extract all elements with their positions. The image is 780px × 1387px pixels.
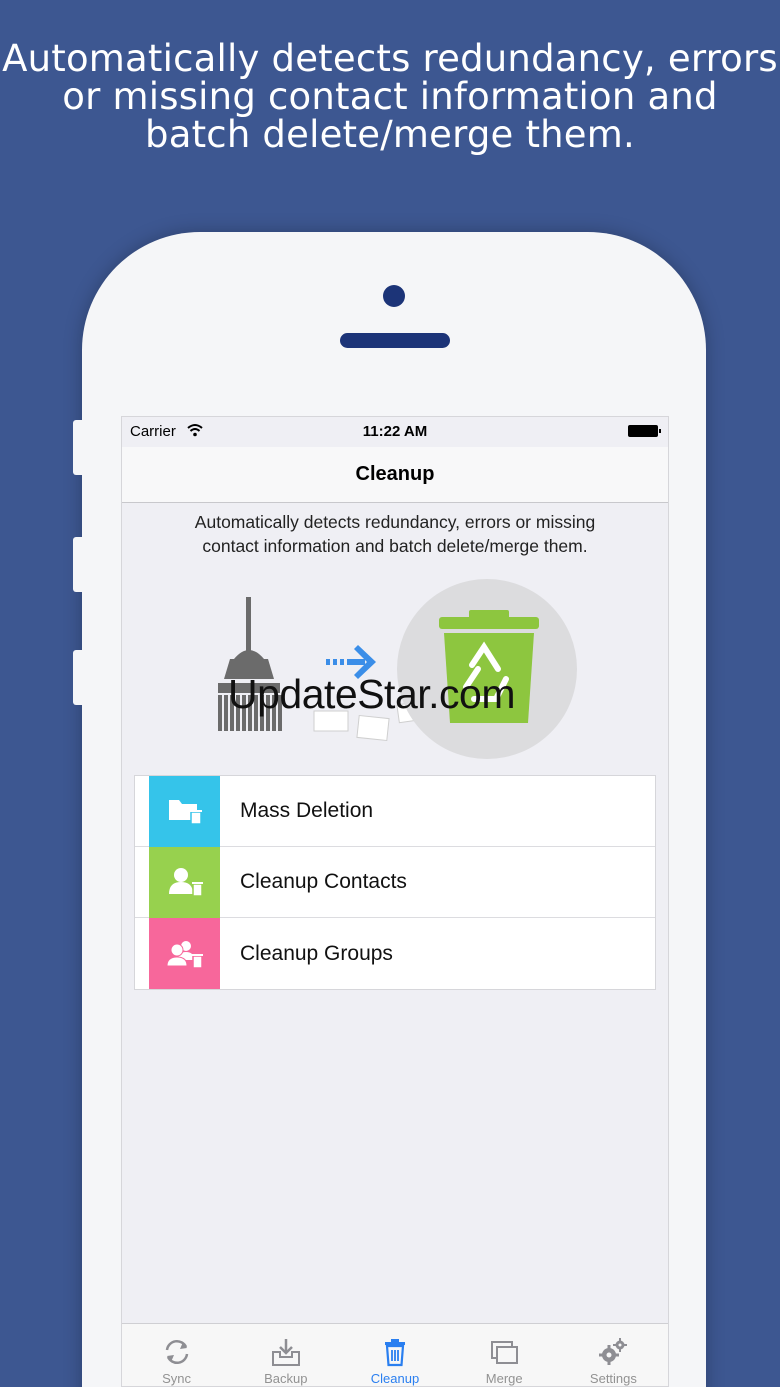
menu-label-cleanup-groups: Cleanup Groups <box>240 941 393 965</box>
headline-line-3: batch delete/merge them. <box>145 113 635 156</box>
tab-label-settings: Settings <box>589 1371 637 1386</box>
phone-volume-up <box>73 537 83 592</box>
tab-bar: Sync Backup Cleanup Merge Settings <box>122 1323 668 1386</box>
phone-volume-down <box>73 650 83 705</box>
phone-speaker <box>340 333 450 348</box>
menu-label-mass-deletion: Mass Deletion <box>240 799 374 822</box>
description-line-2: contact information and batch delete/mer… <box>202 536 588 556</box>
menu-item-cleanup-contacts[interactable]: Cleanup Contacts <box>135 846 655 918</box>
group-delete-icon <box>149 918 220 989</box>
tab-label-sync: Sync <box>162 1371 192 1386</box>
backup-icon <box>271 1339 300 1366</box>
tab-label-backup: Backup <box>264 1371 308 1386</box>
tab-settings[interactable]: Settings <box>559 1324 668 1386</box>
sync-icon <box>165 1340 188 1364</box>
cleanup-description: Automatically detects redundancy, errors… <box>122 510 668 558</box>
status-time: 11:22 AM <box>362 423 428 440</box>
menu-label-cleanup-contacts: Cleanup Contacts <box>240 870 407 893</box>
nav-bar: Cleanup <box>122 447 668 503</box>
watermark-text: UpdateStar.com <box>228 671 516 717</box>
battery-icon <box>628 425 661 437</box>
contact-delete-icon <box>149 846 220 918</box>
page-title: Cleanup <box>355 463 435 485</box>
headline-line-2: or missing contact information and <box>62 75 718 118</box>
description-line-1: Automatically detects redundancy, errors… <box>194 512 596 532</box>
headline-line-1: Automatically detects redundancy, errors <box>2 37 778 80</box>
tab-merge[interactable]: Merge <box>450 1324 559 1386</box>
tab-backup[interactable]: Backup <box>231 1324 340 1386</box>
app-screen: Carrier 11:22 AM Cleanup Automatically d… <box>121 416 669 1387</box>
phone-mute-switch <box>73 420 83 475</box>
phone-camera <box>383 285 405 307</box>
menu-item-cleanup-groups[interactable]: Cleanup Groups <box>135 918 655 989</box>
merge-icon <box>491 1341 519 1364</box>
gear-icon <box>599 1338 628 1365</box>
tab-label-cleanup: Cleanup <box>370 1371 420 1386</box>
tab-sync[interactable]: Sync <box>122 1324 231 1386</box>
cleanup-menu: Mass Deletion Cleanup Contacts Cleanup G… <box>134 775 656 990</box>
status-bar: Carrier 11:22 AM <box>122 417 668 447</box>
trash-icon <box>385 1339 405 1367</box>
tab-label-merge: Merge <box>485 1371 523 1386</box>
tab-cleanup[interactable]: Cleanup <box>340 1324 449 1386</box>
folder-delete-icon <box>149 775 220 847</box>
headline: Automatically detects redundancy, errors… <box>0 40 780 154</box>
menu-item-mass-deletion[interactable]: Mass Deletion <box>135 775 655 847</box>
